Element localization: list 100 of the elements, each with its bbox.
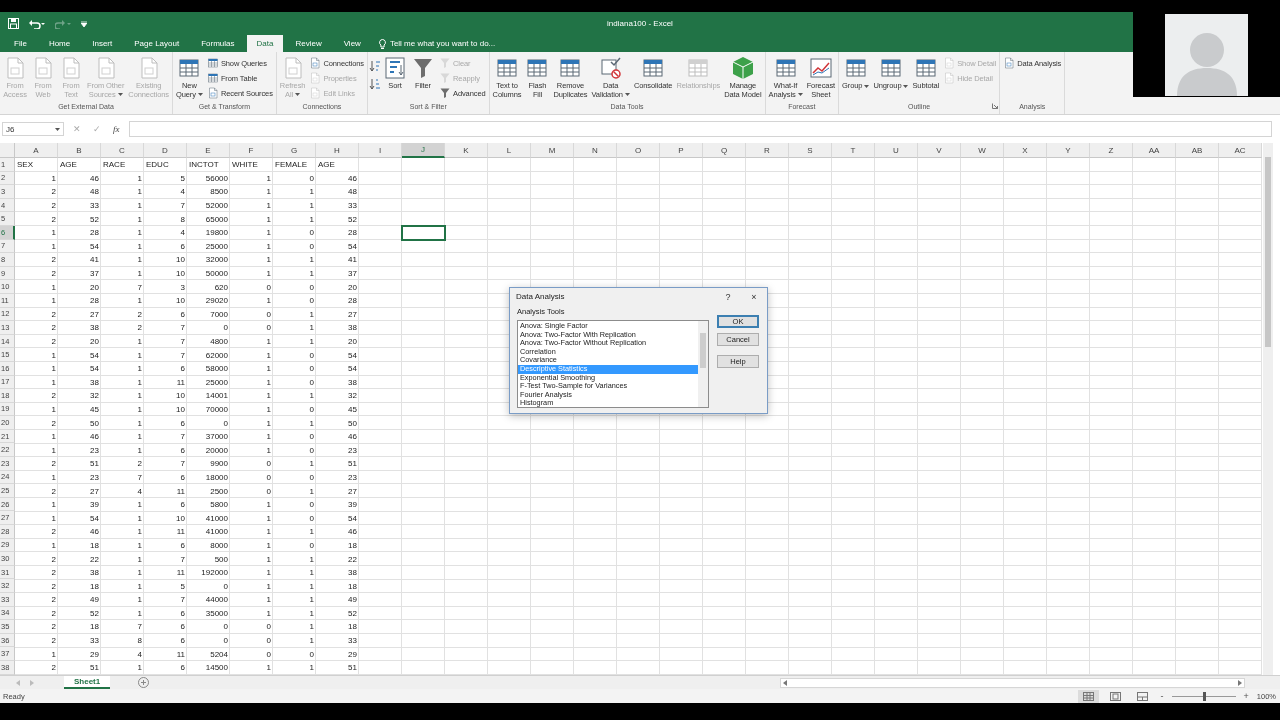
sheet-tab[interactable]: Sheet1 xyxy=(64,676,111,689)
column-header[interactable]: I xyxy=(359,143,402,158)
column-header[interactable]: V xyxy=(918,143,961,158)
document-icon xyxy=(309,87,322,99)
column-header[interactable]: U xyxy=(875,143,918,158)
table-cell-text: 11 xyxy=(175,376,186,389)
column-header[interactable]: A xyxy=(15,143,58,158)
redo-icon[interactable] xyxy=(55,18,71,29)
zoom-in-button[interactable]: + xyxy=(1241,691,1251,701)
table-cell-text: 37 xyxy=(89,268,100,281)
ribbon-tab[interactable]: View xyxy=(333,35,371,52)
column-header[interactable]: J xyxy=(402,143,445,158)
table-cell-text: 1 xyxy=(265,349,272,362)
scroll-right-icon[interactable] xyxy=(1238,679,1242,686)
dialog-launcher-icon[interactable] xyxy=(992,103,999,109)
table-cell-text: 1 xyxy=(265,553,272,566)
column-header[interactable]: M xyxy=(531,143,574,158)
table-cell-text: 1 xyxy=(136,662,143,675)
column-header[interactable]: L xyxy=(488,143,531,158)
table-cell-text: 4800 xyxy=(209,336,229,348)
column-header[interactable]: T xyxy=(832,143,875,158)
column-header[interactable]: F xyxy=(230,143,273,158)
ribbon-tab[interactable]: Formulas xyxy=(191,35,245,52)
column-header[interactable]: R xyxy=(746,143,789,158)
zoom-out-button[interactable]: - xyxy=(1158,691,1166,701)
insert-function-button[interactable]: fx xyxy=(110,124,123,134)
ribbon-tab[interactable]: File xyxy=(4,35,37,52)
table-cell-text: 18 xyxy=(89,580,100,593)
table-cell-text: 2 xyxy=(136,458,143,471)
table-cell-text: 18 xyxy=(347,539,358,552)
customize-caret-icon[interactable] xyxy=(81,20,87,27)
line-chart-icon xyxy=(808,56,833,80)
document-icon xyxy=(309,57,322,69)
column-header[interactable]: X xyxy=(1004,143,1047,158)
table-cell-text: 25000 xyxy=(204,240,229,253)
column-header[interactable]: S xyxy=(789,143,832,158)
list-scrollbar[interactable] xyxy=(698,321,708,407)
table-cell-text: 2 xyxy=(50,635,57,648)
column-header[interactable]: H xyxy=(316,143,359,158)
table-cell-text: 33 xyxy=(347,635,358,648)
column-header[interactable]: Z xyxy=(1090,143,1133,158)
view-button[interactable] xyxy=(1077,689,1099,703)
table-cell-text: 44000 xyxy=(204,594,229,607)
column-header[interactable]: C xyxy=(101,143,144,158)
table-cell-text: 49 xyxy=(347,594,358,607)
column-header[interactable]: AA xyxy=(1133,143,1176,158)
undo-icon[interactable] xyxy=(29,18,45,29)
formula-input[interactable] xyxy=(128,121,1272,137)
tell-me-field[interactable]: Tell me what you want to do... xyxy=(389,39,530,48)
ribbon-tab[interactable]: Page Layout xyxy=(124,35,190,52)
table-cell-text: 4 xyxy=(136,648,143,661)
cell-cursor[interactable] xyxy=(402,225,445,240)
table-cell-text: 1 xyxy=(308,417,315,430)
sort-ascending-button[interactable] xyxy=(369,60,381,72)
table-cell-text: 20 xyxy=(89,281,100,294)
column-header[interactable]: W xyxy=(961,143,1004,158)
column-header[interactable]: Y xyxy=(1047,143,1090,158)
table-cell-text: 1 xyxy=(265,404,272,416)
table-cell-text: 2 xyxy=(50,254,57,267)
table-cell-text: 22 xyxy=(347,553,358,566)
name-box[interactable]: J6 xyxy=(2,122,64,136)
scroll-left-icon[interactable] xyxy=(783,679,787,686)
table-cell-text: 7 xyxy=(179,594,186,607)
vertical-scrollbar[interactable] xyxy=(1263,143,1273,675)
column-header[interactable]: AC xyxy=(1219,143,1262,158)
sort-descending-icon xyxy=(369,78,381,90)
table-cell-text: 51 xyxy=(89,662,100,675)
add-sheet-icon[interactable] xyxy=(138,677,150,688)
table-icon xyxy=(641,56,666,80)
table-cell-text: 6 xyxy=(179,607,186,620)
table-cell-text: 1 xyxy=(308,254,315,267)
table-cell-text: 1 xyxy=(50,363,57,376)
save-icon[interactable] xyxy=(8,18,19,29)
ribbon-tab[interactable]: Review xyxy=(285,35,332,52)
table-cell-text: 29020 xyxy=(204,295,229,308)
table-cell-text: 19800 xyxy=(204,227,229,240)
table-cell-text: 23 xyxy=(89,471,100,484)
ribbon-tab[interactable]: Data xyxy=(246,35,284,52)
table-cell-text: 7 xyxy=(179,431,186,444)
column-header[interactable]: AB xyxy=(1176,143,1219,158)
column-header[interactable]: N xyxy=(574,143,617,158)
table-cell-text: 28 xyxy=(347,227,358,240)
table-cell-text: 1 xyxy=(265,607,272,620)
column-header[interactable]: B xyxy=(58,143,101,158)
ribbon-tab[interactable]: Home xyxy=(38,35,81,52)
ribbon-tab[interactable]: Insert xyxy=(82,35,123,52)
table-cell-text: 20 xyxy=(347,281,358,294)
table-cell-text: 0 xyxy=(222,417,229,430)
column-header[interactable]: O xyxy=(617,143,660,158)
close-button[interactable]: × xyxy=(741,291,767,302)
horizontal-scrollbar[interactable] xyxy=(780,677,1245,688)
column-header[interactable]: K xyxy=(445,143,488,158)
column-header[interactable]: G xyxy=(273,143,316,158)
column-header[interactable]: Q xyxy=(703,143,746,158)
sort-descending-button[interactable] xyxy=(369,78,381,90)
column-header[interactable]: E xyxy=(187,143,230,158)
help-button[interactable]: ? xyxy=(715,291,741,302)
column-header[interactable]: D xyxy=(144,143,187,158)
column-header[interactable]: P xyxy=(660,143,703,158)
caret-icon xyxy=(55,127,60,131)
